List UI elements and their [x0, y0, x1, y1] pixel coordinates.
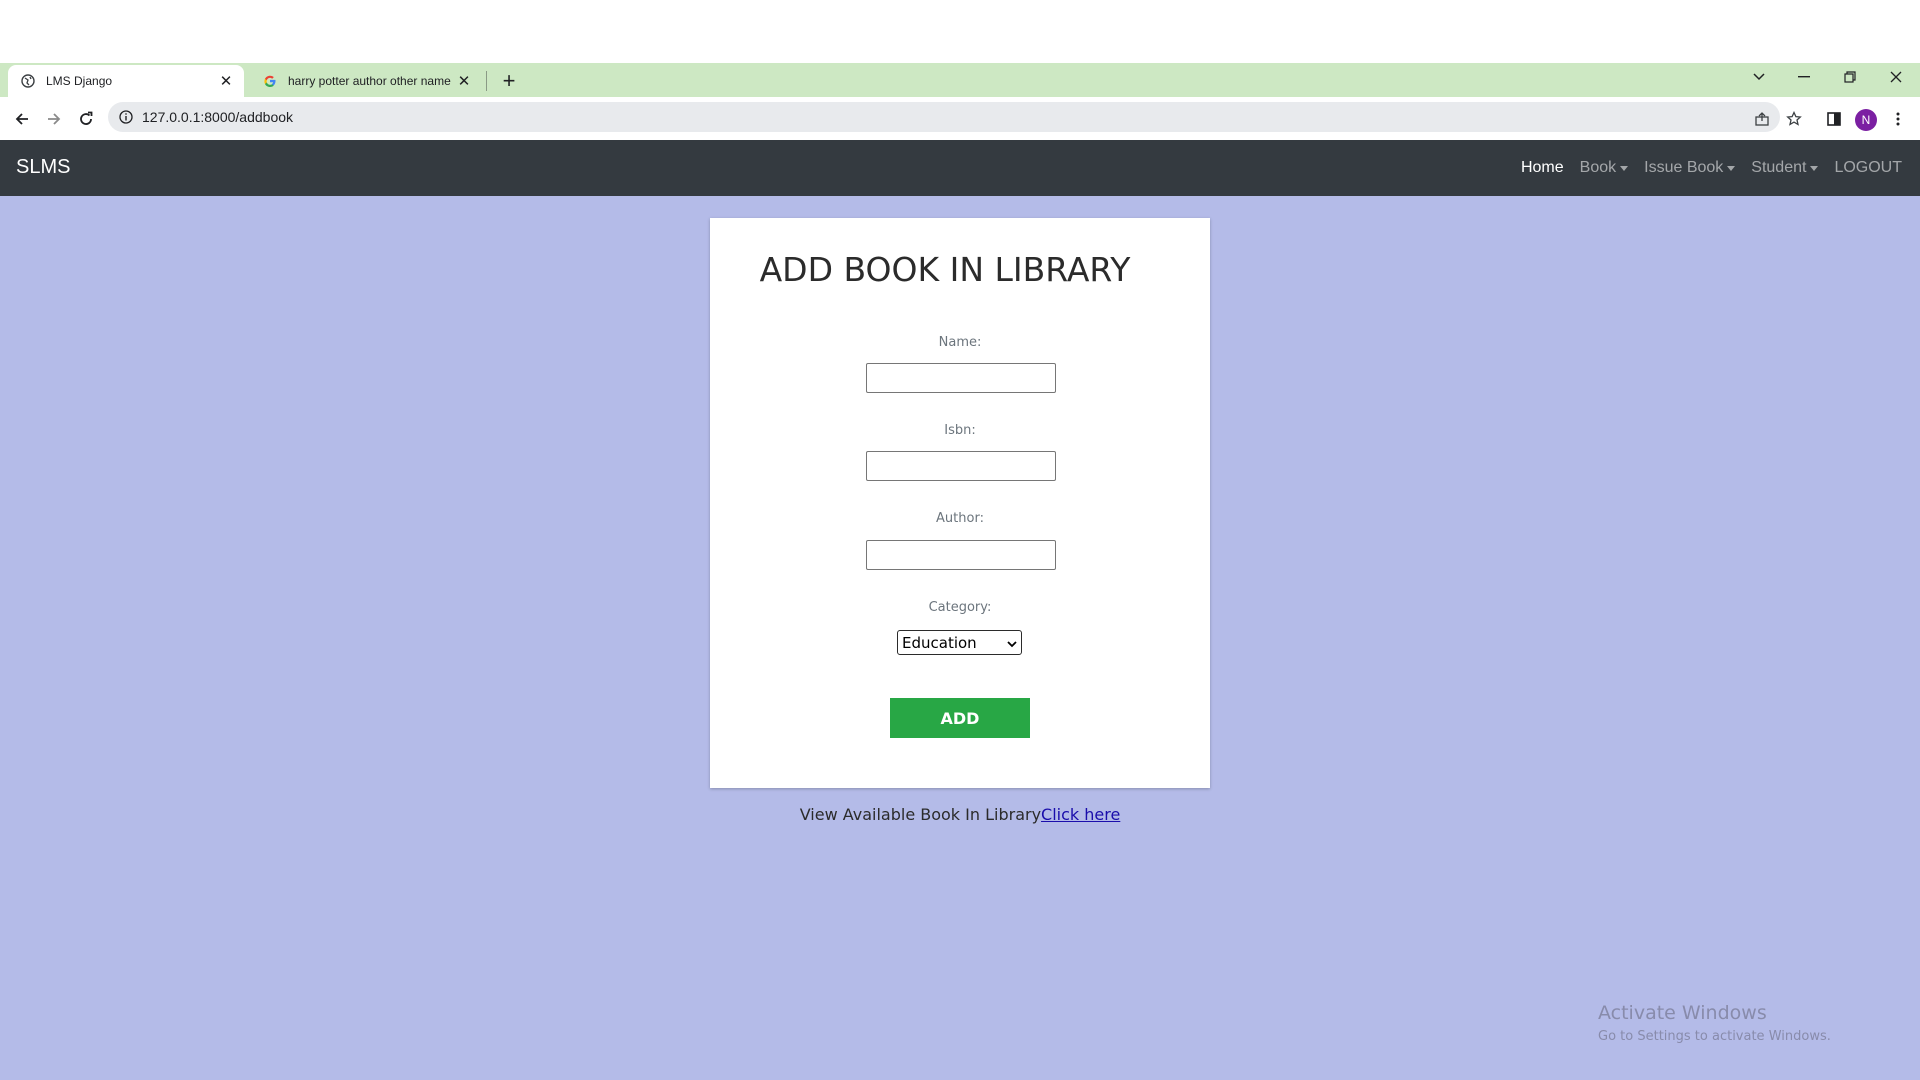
minimize-icon[interactable]: [1788, 65, 1820, 89]
close-icon[interactable]: ✕: [216, 71, 236, 91]
nav-student-label: Student: [1751, 159, 1807, 176]
site-navbar: SLMS Home Book Issue Book Student LOGOUT: [0, 140, 1920, 196]
nav-links: Home Book Issue Book Student LOGOUT: [1505, 140, 1902, 196]
nav-issue-book-label: Issue Book: [1644, 159, 1724, 176]
back-arrow-icon[interactable]: [8, 105, 36, 133]
new-tab-plus-icon[interactable]: +: [497, 68, 521, 93]
window-top-area: [0, 0, 1920, 63]
google-icon: [262, 73, 278, 89]
bookmark-star-icon[interactable]: [1780, 105, 1808, 133]
author-input[interactable]: [866, 540, 1056, 570]
tab-separator: [486, 71, 487, 91]
nav-logout[interactable]: LOGOUT: [1834, 159, 1902, 177]
window-close-icon[interactable]: [1880, 65, 1912, 89]
chevron-down-icon: [1007, 634, 1017, 652]
nav-logout-label: LOGOUT: [1834, 159, 1902, 176]
isbn-label: Isbn:: [944, 423, 976, 438]
nav-home-label: Home: [1520, 159, 1564, 176]
url-text: 127.0.0.1:8000/addbook: [142, 109, 294, 125]
forward-arrow-icon[interactable]: [40, 105, 68, 133]
isbn-input[interactable]: [866, 451, 1056, 481]
tab-title: LMS Django: [46, 74, 113, 88]
nav-book-dropdown[interactable]: Book: [1579, 159, 1629, 177]
globe-icon: [20, 73, 36, 89]
activate-windows-watermark: Activate Windows Go to Settings to activ…: [1598, 1002, 1831, 1044]
add-book-card: ADD BOOK IN LIBRARY Name: Isbn: Author: …: [710, 218, 1210, 788]
watermark-title: Activate Windows: [1598, 1002, 1767, 1024]
tab-search-chevron-icon[interactable]: [1743, 65, 1775, 89]
site-info-icon[interactable]: [118, 109, 134, 125]
add-button[interactable]: ADD: [890, 698, 1030, 738]
nav-book-label: Book: [1579, 159, 1617, 176]
reload-icon[interactable]: [72, 105, 100, 133]
tab-title: harry potter author other name: [288, 74, 451, 88]
tab-lms-django[interactable]: LMS Django ✕: [8, 65, 244, 97]
profile-avatar[interactable]: N: [1855, 109, 1877, 131]
category-select[interactable]: Education: [897, 630, 1022, 655]
page-body: ADD BOOK IN LIBRARY Name: Isbn: Author: …: [0, 196, 1920, 1080]
caret-down-icon: [1810, 165, 1819, 171]
click-here-link[interactable]: Click here: [1041, 805, 1120, 824]
nav-issue-book-dropdown[interactable]: Issue Book: [1644, 159, 1736, 177]
brand-logo[interactable]: SLMS: [16, 156, 70, 179]
address-bar[interactable]: 127.0.0.1:8000/addbook: [108, 102, 1780, 132]
category-selected-value: Education: [902, 633, 977, 652]
author-label: Author:: [936, 511, 984, 526]
more-menu-icon[interactable]: [1884, 105, 1912, 133]
view-books-text: View Available Book In Library: [799, 805, 1042, 824]
caret-down-icon: [1727, 165, 1736, 171]
browser-toolbar: 127.0.0.1:8000/addbook N: [0, 97, 1920, 140]
nav-student-dropdown[interactable]: Student: [1751, 159, 1819, 177]
category-label: Category:: [928, 600, 992, 615]
name-label: Name:: [938, 335, 982, 350]
side-panel-icon[interactable]: [1820, 105, 1848, 133]
tab-strip: LMS Django ✕ harry potter author other n…: [0, 63, 1920, 97]
name-input[interactable]: [866, 363, 1056, 393]
share-icon[interactable]: [1748, 105, 1776, 133]
close-icon[interactable]: ✕: [454, 71, 474, 91]
watermark-subtitle: Go to Settings to activate Windows.: [1598, 1029, 1831, 1044]
caret-down-icon: [1620, 165, 1629, 171]
restore-icon[interactable]: [1834, 65, 1866, 89]
nav-home[interactable]: Home: [1521, 159, 1564, 177]
tab-google-search[interactable]: harry potter author other name ✕: [250, 65, 482, 97]
page-title: ADD BOOK IN LIBRARY: [759, 250, 1131, 289]
view-books-line: View Available Book In LibraryClick here: [0, 805, 1920, 824]
